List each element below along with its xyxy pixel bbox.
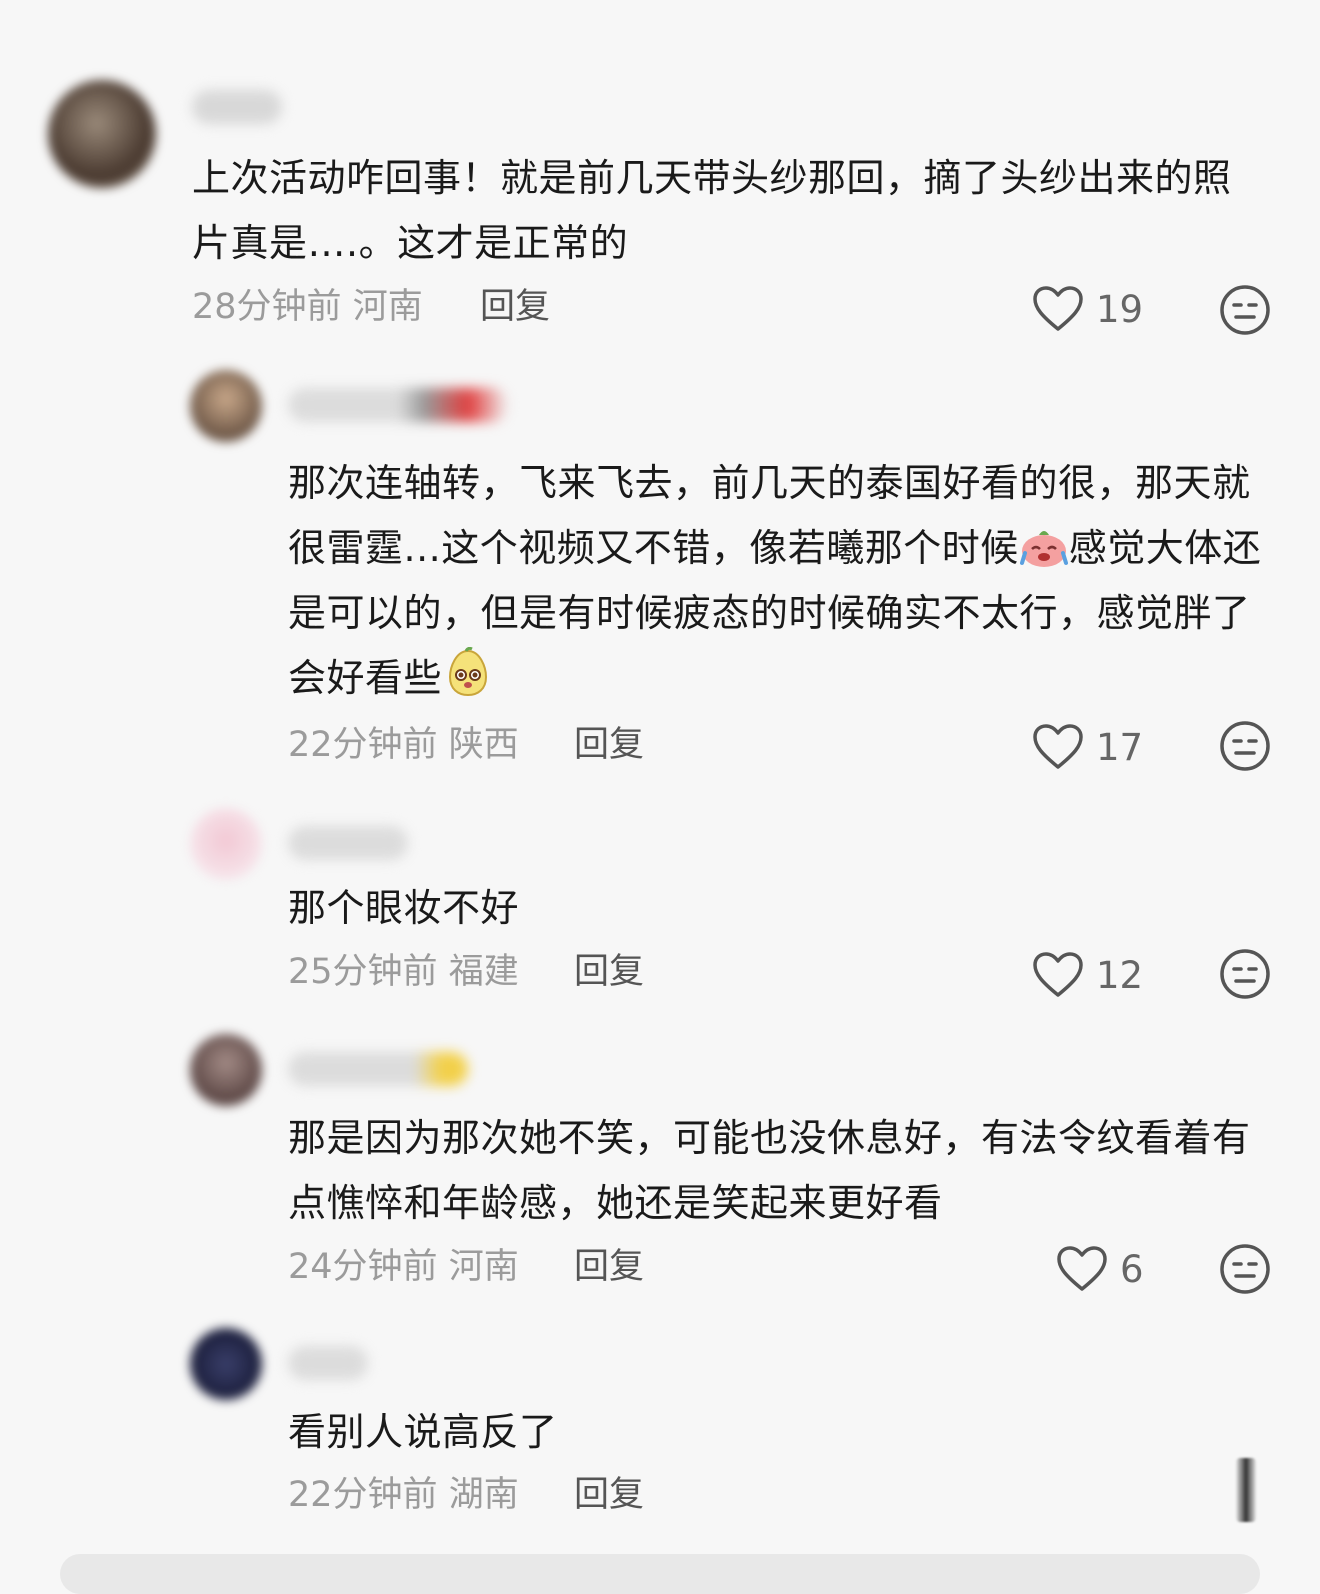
avatar[interactable] <box>48 80 156 188</box>
username[interactable] <box>192 90 282 124</box>
username[interactable] <box>288 1346 368 1380</box>
neutral-face-icon[interactable] <box>1219 948 1271 1000</box>
reply-button[interactable]: 回复 <box>574 720 644 770</box>
like-count: 6 <box>1120 1247 1144 1291</box>
avatar[interactable] <box>190 1034 262 1106</box>
comment-meta: 28分钟前 河南 <box>192 282 423 332</box>
like-count: 19 <box>1096 287 1144 331</box>
timestamp: 22分钟前 <box>288 1475 438 1515</box>
heart-outline-icon <box>1033 952 1083 997</box>
location: 陕西 <box>448 725 519 765</box>
like-button[interactable]: 12 <box>1032 950 1143 1000</box>
comment-meta: 22分钟前 陕西 <box>288 720 519 770</box>
like-count: 17 <box>1096 725 1144 769</box>
avatar[interactable] <box>190 808 262 880</box>
comment-text: 那次连轴转，飞来飞去，前几天的泰国好看的很，那天就很雷霆...这个视频又不错，像… <box>288 461 1262 700</box>
location: 河南 <box>448 1247 519 1287</box>
like-button[interactable]: 19 <box>1032 284 1143 334</box>
like-count: 12 <box>1096 953 1144 997</box>
username[interactable] <box>288 826 408 860</box>
crying-laugh-emoji <box>1019 531 1068 567</box>
like-button[interactable]: 17 <box>1032 722 1143 772</box>
reply-button[interactable]: 回复 <box>574 1242 644 1292</box>
comment-text: 那个眼妆不好 <box>288 886 520 930</box>
like-button[interactable]: 6 <box>1056 1244 1144 1294</box>
bottom-input-bar[interactable] <box>60 1554 1260 1594</box>
timestamp: 24分钟前 <box>288 1247 438 1287</box>
reply-button[interactable]: 回复 <box>574 1470 644 1520</box>
username[interactable] <box>288 1052 468 1086</box>
reply-button[interactable]: 回复 <box>480 282 550 332</box>
timestamp: 25分钟前 <box>288 952 438 992</box>
heart-outline-icon <box>1057 1246 1107 1291</box>
comment-text: 看别人说高反了 <box>288 1410 558 1454</box>
heart-outline-icon <box>1033 286 1083 331</box>
neutral-face-icon[interactable] <box>1219 1243 1271 1295</box>
location: 福建 <box>448 952 519 992</box>
avatar[interactable] <box>190 1328 262 1400</box>
timestamp: 28分钟前 <box>192 287 342 327</box>
heart-outline-icon <box>1033 724 1083 769</box>
comment-meta: 24分钟前 河南 <box>288 1242 519 1292</box>
comment-text: 那是因为那次她不笑，可能也没休息好，有法令纹看着有点憔悴和年龄感，她还是笑起来更… <box>288 1116 1251 1225</box>
comment-meta: 22分钟前 湖南 <box>288 1470 519 1520</box>
scrollbar[interactable] <box>1236 1458 1256 1522</box>
timestamp: 22分钟前 <box>288 725 438 765</box>
username[interactable] <box>288 388 508 422</box>
pear-face-emoji <box>449 647 488 697</box>
reply-button[interactable]: 回复 <box>574 947 644 997</box>
location: 湖南 <box>448 1475 519 1515</box>
location: 河南 <box>352 287 423 327</box>
neutral-face-icon[interactable] <box>1219 284 1271 336</box>
comment-text: 上次活动咋回事！就是前几天带头纱那回，摘了头纱出来的照片真是….。这才是正常的 <box>192 156 1232 265</box>
comment-meta: 25分钟前 福建 <box>288 947 519 997</box>
avatar[interactable] <box>190 370 262 442</box>
neutral-face-icon[interactable] <box>1219 720 1271 772</box>
